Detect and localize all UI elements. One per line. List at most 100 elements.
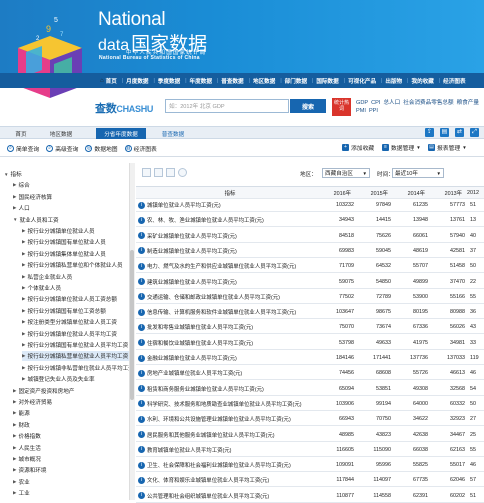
nav-item[interactable]: 首页 xyxy=(106,77,117,85)
info-icon[interactable]: i xyxy=(138,232,145,239)
expand-right-icon[interactable]: ▶ xyxy=(13,490,16,496)
expand-right-icon[interactable]: ▶ xyxy=(22,251,25,257)
hot-word-link[interactable]: PMI xyxy=(356,108,366,114)
tree-item[interactable]: ▶综合 xyxy=(13,180,129,190)
info-icon[interactable]: i xyxy=(138,247,145,254)
tree-item[interactable]: ▶按行业分城镇集体单位就业人员 xyxy=(22,249,129,259)
info-icon[interactable]: i xyxy=(138,370,145,377)
info-icon[interactable]: i xyxy=(138,446,145,453)
sidebar-scroll-thumb[interactable] xyxy=(130,250,134,400)
nav-item[interactable]: 国际数据 xyxy=(316,77,338,85)
expand-right-icon[interactable]: ▶ xyxy=(13,456,16,462)
fullscreen-icon[interactable]: ⤢ xyxy=(470,128,479,137)
tree-item[interactable]: ▶城市概况 xyxy=(13,454,129,464)
column-header-year[interactable]: 2014年 xyxy=(390,189,427,197)
line-chart-view-icon[interactable] xyxy=(166,168,175,177)
simple-query-button[interactable]: ⌕简单查询 xyxy=(7,144,39,153)
tree-item[interactable]: ▶按行业分城镇非私营单位就业人员平均工资 xyxy=(22,363,129,373)
expand-right-icon[interactable]: ▶ xyxy=(13,422,16,428)
expand-right-icon[interactable]: ▶ xyxy=(13,445,16,451)
nav-item[interactable]: 可视化产品 xyxy=(348,77,376,85)
tree-item[interactable]: ▶私营企业就业人员 xyxy=(22,272,129,282)
nav-item[interactable]: 月度数据 xyxy=(126,77,148,85)
expand-right-icon[interactable]: ▶ xyxy=(22,296,25,302)
tab-region-data[interactable]: 地区数据 xyxy=(44,128,78,139)
info-icon[interactable]: i xyxy=(138,477,145,484)
expand-right-icon[interactable]: ▶ xyxy=(22,239,25,245)
expand-right-icon[interactable]: ▶ xyxy=(13,467,16,473)
expand-right-icon[interactable]: ▶ xyxy=(13,479,16,485)
expand-right-icon[interactable]: ▶ xyxy=(22,353,25,359)
tree-item[interactable]: ▶按行业分城镇单位就业人员 xyxy=(22,226,129,236)
info-icon[interactable]: i xyxy=(138,416,145,423)
hot-word-link[interactable]: 总人口 xyxy=(383,100,400,106)
nav-item[interactable]: 出版物 xyxy=(385,77,402,85)
hot-word-link[interactable]: 粮食产量 xyxy=(457,100,479,106)
tree-item[interactable]: ▶工业 xyxy=(13,488,129,498)
tree-item[interactable]: ▶按注册类型分城镇单位就业人员工资 xyxy=(22,317,129,327)
info-icon[interactable]: i xyxy=(138,202,145,209)
info-icon[interactable]: i xyxy=(138,431,145,438)
tree-item[interactable]: ▶能源 xyxy=(13,408,129,418)
tree-item[interactable]: ▶按行业分城镇私营单位和个体就业人员 xyxy=(22,260,129,270)
tree-item[interactable]: ▶固定资产投资和房地产 xyxy=(13,386,129,396)
hot-word-link[interactable]: 社会消费品零售总额 xyxy=(403,100,453,106)
nav-item[interactable]: 部门数据 xyxy=(285,77,307,85)
tree-item[interactable]: ▶按行业分城镇国有单位工资总额 xyxy=(22,306,129,316)
table-view-icon[interactable] xyxy=(142,168,151,177)
column-header-year[interactable]: 2016年 xyxy=(316,189,353,197)
tree-item[interactable]: ▶价格指数 xyxy=(13,431,129,441)
tab-home[interactable]: 首页 xyxy=(6,128,36,139)
info-icon[interactable]: i xyxy=(138,355,145,362)
add-favorite-button[interactable]: +添加收藏 xyxy=(342,143,374,152)
tab-census[interactable]: 普查数据 xyxy=(158,128,188,139)
report-manage-dropdown[interactable]: ▤报表管理▼ xyxy=(428,143,467,152)
info-icon[interactable]: i xyxy=(138,263,145,270)
tree-item[interactable]: ▶按行业分城镇私营单位就业人员平均工资 xyxy=(22,351,129,361)
expand-down-icon[interactable]: ▼ xyxy=(13,217,17,222)
column-header-year[interactable]: 2012 xyxy=(464,190,484,196)
expand-right-icon[interactable]: ▶ xyxy=(22,342,25,348)
info-icon[interactable]: i xyxy=(138,309,145,316)
hot-word-link[interactable]: PPI xyxy=(369,108,378,114)
expand-right-icon[interactable]: ▶ xyxy=(13,433,16,439)
info-icon[interactable]: i xyxy=(138,339,145,346)
region-select[interactable]: 西藏自治区▼ xyxy=(322,168,370,178)
share-icon[interactable]: ⇄ xyxy=(455,128,464,137)
expand-right-icon[interactable]: ▶ xyxy=(22,319,25,325)
search-input[interactable]: 如：2012年 北京 GDP xyxy=(165,99,289,113)
hot-word-link[interactable]: GDP xyxy=(356,100,368,106)
print-icon[interactable]: ▤ xyxy=(440,128,449,137)
expand-right-icon[interactable]: ▶ xyxy=(22,262,25,268)
tree-item[interactable]: ▶按行业分城镇单位就业人员平均工资 xyxy=(22,329,129,339)
info-icon[interactable]: i xyxy=(138,400,145,407)
tree-item[interactable]: ▶按行业分城镇国有单位就业人员平均工资 xyxy=(22,340,129,350)
nav-item[interactable]: 年度数据 xyxy=(190,77,212,85)
info-icon[interactable]: i xyxy=(138,324,145,331)
tree-item[interactable]: ▶人民生活 xyxy=(13,443,129,453)
tree-item[interactable]: ▶农业 xyxy=(13,477,129,487)
tree-item[interactable]: ▶按行业分城镇单位就业人员工资总额 xyxy=(22,294,129,304)
nav-item[interactable]: 地区数据 xyxy=(253,77,275,85)
info-icon[interactable]: i xyxy=(138,217,145,224)
expand-right-icon[interactable]: ▶ xyxy=(22,308,25,314)
info-icon[interactable]: i xyxy=(138,492,145,499)
hot-word-link[interactable]: CPI xyxy=(371,100,380,106)
nav-item[interactable]: 季度数据 xyxy=(158,77,180,85)
expand-right-icon[interactable]: ▶ xyxy=(22,376,25,382)
info-icon[interactable]: i xyxy=(138,278,145,285)
expand-right-icon[interactable]: ▶ xyxy=(22,331,25,337)
info-icon[interactable]: i xyxy=(138,385,145,392)
tree-item[interactable]: ▶按行业分城镇国有单位就业人员 xyxy=(22,237,129,247)
expand-right-icon[interactable]: ▶ xyxy=(22,274,25,280)
nav-item[interactable]: 普查数据 xyxy=(221,77,243,85)
nav-item[interactable]: 经济图表 xyxy=(443,77,465,85)
tree-item[interactable]: ▶人口 xyxy=(13,203,129,213)
column-header-year[interactable]: 2013年 xyxy=(427,189,464,197)
data-map-button[interactable]: ◎数据地图 xyxy=(85,144,117,153)
tree-item[interactable]: ▶对外经济贸易 xyxy=(13,397,129,407)
expand-right-icon[interactable]: ▶ xyxy=(13,205,16,211)
tab-provincial-annual[interactable]: 分省年度数据 xyxy=(96,128,146,139)
data-manage-dropdown[interactable]: ≡数据管理▼ xyxy=(382,143,421,152)
tree-item[interactable]: ▶个体就业人员 xyxy=(22,283,129,293)
